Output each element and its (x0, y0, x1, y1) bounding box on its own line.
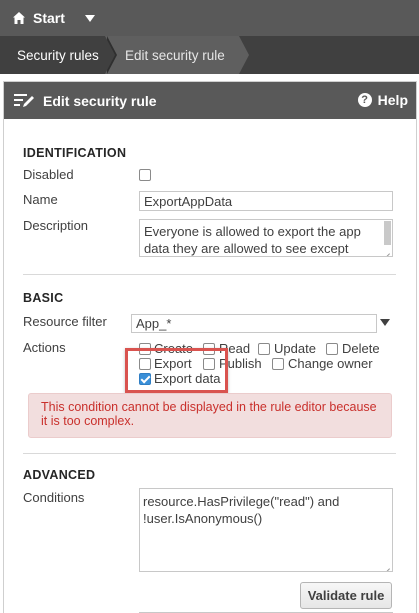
validate-rule-button[interactable]: Validate rule (300, 582, 392, 609)
description-label: Description (23, 218, 89, 233)
action-update-label: Update (274, 341, 316, 356)
home-icon (13, 12, 25, 24)
edit-list-icon (14, 93, 34, 107)
help-label: Help (377, 92, 408, 108)
highlight-box (125, 348, 228, 393)
section-divider (23, 274, 396, 275)
conditions-text: resource.HasPrivilege("read") and !user.… (143, 494, 340, 526)
breadcrumb-edit-security-rule: Edit security rule (105, 36, 249, 74)
resource-filter-label: Resource filter (23, 314, 107, 329)
top-bar: Start (0, 0, 419, 36)
condition-alert: This condition cannot be displayed in th… (28, 393, 392, 438)
start-menu-label[interactable]: Start (33, 10, 65, 26)
action-change-owner-label: Change owner (288, 356, 373, 371)
description-text: Everyone is allowed to export the app da… (144, 224, 361, 256)
identification-title: IDENTIFICATION (23, 146, 127, 160)
actions-label: Actions (23, 340, 66, 355)
name-label: Name (23, 192, 58, 207)
action-delete-checkbox[interactable] (326, 343, 338, 355)
breadcrumb-label: Edit security rule (125, 47, 225, 63)
resize-handle-icon[interactable] (383, 247, 391, 255)
resize-handle-icon[interactable] (383, 562, 391, 570)
disabled-checkbox[interactable] (139, 169, 151, 181)
description-scrollbar[interactable] (384, 221, 391, 245)
action-delete-label: Delete (342, 341, 380, 356)
action-update-checkbox[interactable] (258, 343, 270, 355)
breadcrumb-label: Security rules (17, 47, 99, 63)
breadcrumb: Security rules Edit security rule (0, 36, 419, 74)
description-textarea[interactable]: Everyone is allowed to export the app da… (139, 219, 393, 257)
section-divider (23, 453, 396, 454)
dropdown-caret-icon[interactable] (380, 319, 390, 326)
help-button[interactable]: ? Help (357, 92, 408, 108)
chevron-down-icon[interactable] (84, 14, 95, 22)
conditions-label: Conditions (23, 490, 85, 505)
panel-header: Edit security rule ? Help (4, 82, 416, 119)
panel-title: Edit security rule (43, 92, 157, 109)
name-input[interactable]: ExportAppData (139, 191, 393, 211)
help-icon: ? (357, 93, 372, 107)
edit-rule-panel: Edit security rule ? Help IDENTIFICATION… (3, 81, 417, 613)
action-change-owner-checkbox[interactable] (272, 358, 284, 370)
advanced-title: ADVANCED (23, 468, 96, 482)
conditions-textarea[interactable]: resource.HasPrivilege("read") and !user.… (139, 488, 393, 572)
resource-filter-input[interactable]: App_* (131, 314, 377, 333)
breadcrumb-security-rules[interactable]: Security rules (0, 36, 117, 74)
disabled-label: Disabled (23, 167, 74, 182)
basic-title: BASIC (23, 291, 64, 305)
